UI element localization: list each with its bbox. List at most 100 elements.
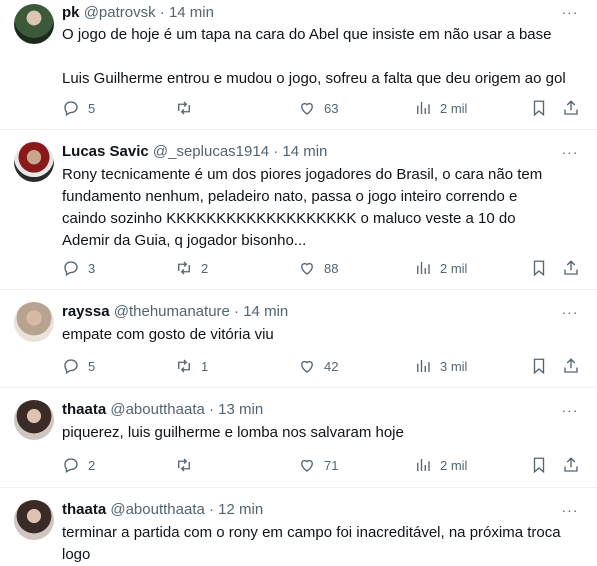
tweet-header: thaata @aboutthaata · 12 min bbox=[62, 500, 263, 520]
reply-button[interactable]: 2 bbox=[62, 454, 95, 476]
tweet-timestamp[interactable]: 14 min bbox=[169, 4, 214, 21]
author-handle[interactable]: @_seplucas1914 bbox=[153, 143, 269, 160]
views-button[interactable]: 2 mil bbox=[414, 97, 467, 119]
tweet-timestamp[interactable]: 12 min bbox=[218, 501, 263, 518]
retweet-count: 1 bbox=[201, 358, 209, 374]
bookmark-button[interactable] bbox=[530, 355, 548, 377]
heart-icon bbox=[301, 102, 313, 115]
avatar[interactable] bbox=[14, 302, 54, 342]
reply-button[interactable]: 5 bbox=[62, 355, 95, 377]
tweet-header: pk @patrovsk · 14 min bbox=[62, 3, 214, 23]
retweet-button[interactable] bbox=[175, 454, 201, 476]
author-name[interactable]: Lucas Savic bbox=[62, 143, 149, 160]
like-button[interactable]: 88 bbox=[298, 257, 338, 279]
views-chart-icon bbox=[417, 360, 430, 372]
separator-dot: · bbox=[209, 501, 214, 518]
separator-dot: · bbox=[234, 303, 240, 320]
retweet-button[interactable] bbox=[175, 97, 201, 119]
bookmark-button[interactable] bbox=[530, 257, 548, 279]
author-handle[interactable]: @aboutthaata bbox=[110, 401, 204, 418]
more-options-icon[interactable]: ··· bbox=[561, 5, 579, 24]
views-button[interactable]: 3 mil bbox=[414, 355, 467, 377]
tweet-actions: 2 71 2 mil bbox=[62, 454, 585, 476]
tweet-actions: 5 1 42 3 mil bbox=[62, 355, 585, 377]
retweet-count: 2 bbox=[201, 260, 209, 276]
reply-count: 2 bbox=[88, 457, 96, 473]
retweet-icon bbox=[178, 101, 190, 115]
avatar[interactable] bbox=[14, 4, 54, 44]
author-name[interactable]: pk bbox=[62, 4, 80, 21]
author-handle[interactable]: @patrovsk bbox=[84, 4, 156, 21]
share-button[interactable] bbox=[562, 454, 580, 476]
share-button[interactable] bbox=[562, 97, 580, 119]
views-chart-icon bbox=[417, 262, 430, 274]
like-button[interactable]: 42 bbox=[298, 355, 338, 377]
more-options-icon[interactable]: ··· bbox=[561, 503, 579, 522]
share-icon bbox=[564, 457, 578, 472]
like-count: 88 bbox=[324, 260, 339, 276]
tweet-text: Rony tecnicamente é um dos piores jogado… bbox=[62, 166, 547, 249]
retweet-icon bbox=[178, 359, 190, 373]
like-button[interactable]: 63 bbox=[298, 97, 338, 119]
tweet[interactable]: pk @patrovsk · 14 min ··· O jogo de hoje… bbox=[0, 0, 597, 130]
tweet-timestamp[interactable]: 13 min bbox=[218, 401, 263, 418]
tweet-timestamp[interactable]: 14 min bbox=[282, 143, 327, 160]
reply-icon bbox=[64, 359, 78, 374]
views-button[interactable]: 2 mil bbox=[414, 257, 467, 279]
tweet-header: Lucas Savic @_seplucas1914 · 14 min bbox=[62, 142, 327, 162]
timeline-feed: pk @patrovsk · 14 min ··· O jogo de hoje… bbox=[0, 0, 597, 563]
like-button[interactable]: 71 bbox=[298, 454, 338, 476]
share-button[interactable] bbox=[562, 355, 580, 377]
view-count: 2 mil bbox=[440, 457, 468, 473]
separator-dot: · bbox=[209, 401, 214, 418]
share-icon bbox=[564, 100, 578, 115]
author-name[interactable]: thaata bbox=[62, 501, 106, 518]
author-name[interactable]: rayssa bbox=[62, 303, 110, 320]
bookmark-button[interactable] bbox=[530, 454, 548, 476]
share-icon bbox=[564, 358, 578, 373]
bookmark-icon bbox=[533, 260, 545, 277]
tweet-header: rayssa @thehumanature · 14 min bbox=[62, 302, 288, 322]
author-handle[interactable]: @aboutthaata bbox=[110, 501, 204, 518]
tweet[interactable]: thaata @aboutthaata · 13 min ··· piquere… bbox=[0, 388, 597, 488]
reply-count: 5 bbox=[88, 358, 96, 374]
retweet-button[interactable]: 2 bbox=[175, 257, 208, 279]
tweet[interactable]: rayssa @thehumanature · 14 min ··· empat… bbox=[0, 290, 597, 388]
like-count: 42 bbox=[324, 358, 339, 374]
like-count: 63 bbox=[324, 100, 339, 116]
more-options-icon[interactable]: ··· bbox=[561, 145, 579, 164]
tweet-actions: 5 63 2 mil bbox=[62, 97, 585, 119]
reply-icon bbox=[64, 101, 78, 116]
bookmark-button[interactable] bbox=[530, 97, 548, 119]
view-count: 2 mil bbox=[440, 100, 468, 116]
reply-count: 5 bbox=[88, 100, 96, 116]
view-count: 3 mil bbox=[440, 358, 468, 374]
avatar[interactable] bbox=[14, 142, 54, 182]
retweet-icon bbox=[178, 458, 190, 472]
author-handle[interactable]: @thehumanature bbox=[114, 303, 230, 320]
more-options-icon[interactable]: ··· bbox=[561, 403, 579, 422]
avatar[interactable] bbox=[14, 500, 54, 540]
share-button[interactable] bbox=[562, 257, 580, 279]
tweet-text: piquerez, luis guilherme e lomba nos sal… bbox=[62, 424, 404, 441]
reply-button[interactable]: 5 bbox=[62, 97, 95, 119]
tweet-timestamp[interactable]: 14 min bbox=[243, 303, 288, 320]
heart-icon bbox=[301, 459, 313, 472]
reply-icon bbox=[64, 458, 78, 473]
more-options-icon[interactable]: ··· bbox=[561, 305, 579, 324]
reply-icon bbox=[64, 261, 78, 276]
share-icon bbox=[564, 260, 578, 275]
view-count: 2 mil bbox=[440, 260, 468, 276]
retweet-icon bbox=[178, 261, 190, 275]
author-name[interactable]: thaata bbox=[62, 401, 106, 418]
reply-button[interactable]: 3 bbox=[62, 257, 95, 279]
tweet-header: thaata @aboutthaata · 13 min bbox=[62, 400, 263, 420]
retweet-button[interactable]: 1 bbox=[175, 355, 208, 377]
tweet[interactable]: Lucas Savic @_seplucas1914 · 14 min ··· … bbox=[0, 130, 597, 290]
tweet[interactable]: thaata @aboutthaata · 12 min ··· termina… bbox=[0, 488, 597, 563]
views-chart-icon bbox=[417, 459, 430, 471]
tweet-actions: 3 2 88 2 mil bbox=[62, 257, 585, 279]
views-button[interactable]: 2 mil bbox=[414, 454, 467, 476]
bookmark-icon bbox=[533, 358, 545, 375]
avatar[interactable] bbox=[14, 400, 54, 440]
